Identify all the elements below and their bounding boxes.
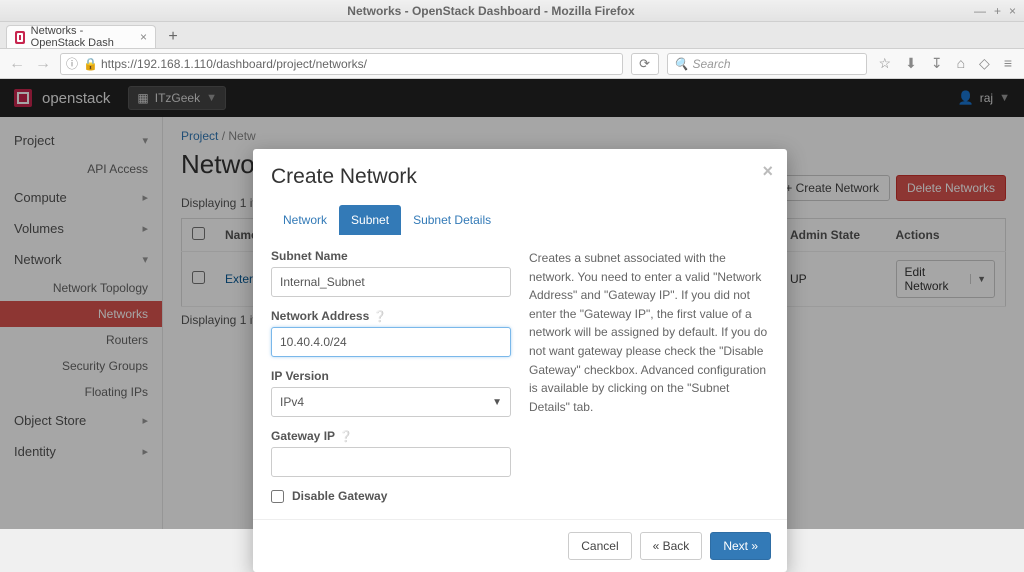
url-text: https://192.168.1.110/dashboard/project/… bbox=[101, 57, 618, 71]
network-address-input[interactable] bbox=[271, 327, 511, 357]
browser-tab[interactable]: Networks - OpenStack Dash × bbox=[6, 25, 156, 48]
os-close-icon[interactable]: × bbox=[1009, 4, 1016, 18]
pocket-icon[interactable]: ◇ bbox=[979, 55, 990, 72]
os-titlebar: Networks - OpenStack Dashboard - Mozilla… bbox=[0, 0, 1024, 22]
modal-help-text: Creates a subnet associated with the net… bbox=[529, 249, 769, 503]
download2-icon[interactable]: ↧ bbox=[931, 55, 943, 72]
os-window-title: Networks - OpenStack Dashboard - Mozilla… bbox=[8, 4, 974, 18]
modal-close-icon[interactable]: × bbox=[762, 161, 773, 182]
info-icon: ⓘ bbox=[65, 55, 79, 72]
page-content: openstack ▦ ITzGeek ▼ 👤 raj ▼ Project ▾ … bbox=[0, 79, 1024, 529]
tab-title: Networks - OpenStack Dash bbox=[31, 25, 134, 49]
ip-version-value: IPv4 bbox=[280, 395, 304, 409]
help-icon[interactable]: ❔ bbox=[373, 310, 387, 323]
next-label: Next » bbox=[723, 539, 758, 553]
gateway-ip-label: Gateway IP bbox=[271, 429, 335, 443]
chevron-down-icon: ▼ bbox=[492, 397, 502, 408]
menu-icon[interactable]: ≡ bbox=[1004, 55, 1012, 72]
os-min-icon[interactable]: — bbox=[974, 4, 986, 18]
tab-subnet[interactable]: Subnet bbox=[339, 205, 401, 235]
search-icon: 🔍 bbox=[674, 57, 689, 71]
nav-back-icon[interactable]: ← bbox=[8, 55, 26, 73]
url-input[interactable]: ⓘ 🔒 https://192.168.1.110/dashboard/proj… bbox=[60, 53, 623, 75]
browser-tab-bar: Networks - OpenStack Dash × + bbox=[0, 22, 1024, 49]
cancel-button[interactable]: Cancel bbox=[568, 532, 631, 560]
back-button[interactable]: « Back bbox=[640, 532, 703, 560]
address-bar: ← → ⓘ 🔒 https://192.168.1.110/dashboard/… bbox=[0, 49, 1024, 79]
next-button[interactable]: Next » bbox=[710, 532, 771, 560]
create-network-modal: Create Network × Network Subnet Subnet D… bbox=[253, 149, 787, 572]
modal-title: Create Network bbox=[271, 165, 769, 189]
new-tab-button[interactable]: + bbox=[162, 28, 184, 48]
subnet-name-input[interactable] bbox=[271, 267, 511, 297]
favicon-icon bbox=[15, 31, 25, 44]
disable-gateway-checkbox[interactable]: Disable Gateway bbox=[271, 489, 511, 503]
ip-version-label: IP Version bbox=[271, 369, 511, 383]
help-icon[interactable]: ❔ bbox=[339, 430, 353, 443]
lock-icon: 🔒 bbox=[83, 57, 97, 71]
tab-network[interactable]: Network bbox=[271, 205, 339, 235]
ip-version-select[interactable]: IPv4 ▼ bbox=[271, 387, 511, 417]
gateway-ip-input[interactable] bbox=[271, 447, 511, 477]
download-icon[interactable]: ⬇ bbox=[905, 55, 917, 72]
tab-close-icon[interactable]: × bbox=[140, 30, 147, 44]
network-address-label: Network Address bbox=[271, 309, 369, 323]
star-icon[interactable]: ☆ bbox=[879, 55, 892, 72]
os-max-icon[interactable]: + bbox=[994, 4, 1001, 18]
reload-button[interactable]: ⟳ bbox=[631, 53, 659, 75]
home-icon[interactable]: ⌂ bbox=[957, 55, 965, 72]
subnet-name-label: Subnet Name bbox=[271, 249, 511, 263]
disable-gateway-input[interactable] bbox=[271, 490, 284, 503]
disable-gateway-label: Disable Gateway bbox=[292, 489, 387, 503]
search-placeholder: Search bbox=[693, 57, 731, 71]
browser-search-input[interactable]: 🔍 Search bbox=[667, 53, 867, 75]
tab-subnet-details[interactable]: Subnet Details bbox=[401, 205, 503, 235]
nav-forward-icon[interactable]: → bbox=[34, 55, 52, 73]
modal-tabs: Network Subnet Subnet Details bbox=[253, 197, 787, 235]
